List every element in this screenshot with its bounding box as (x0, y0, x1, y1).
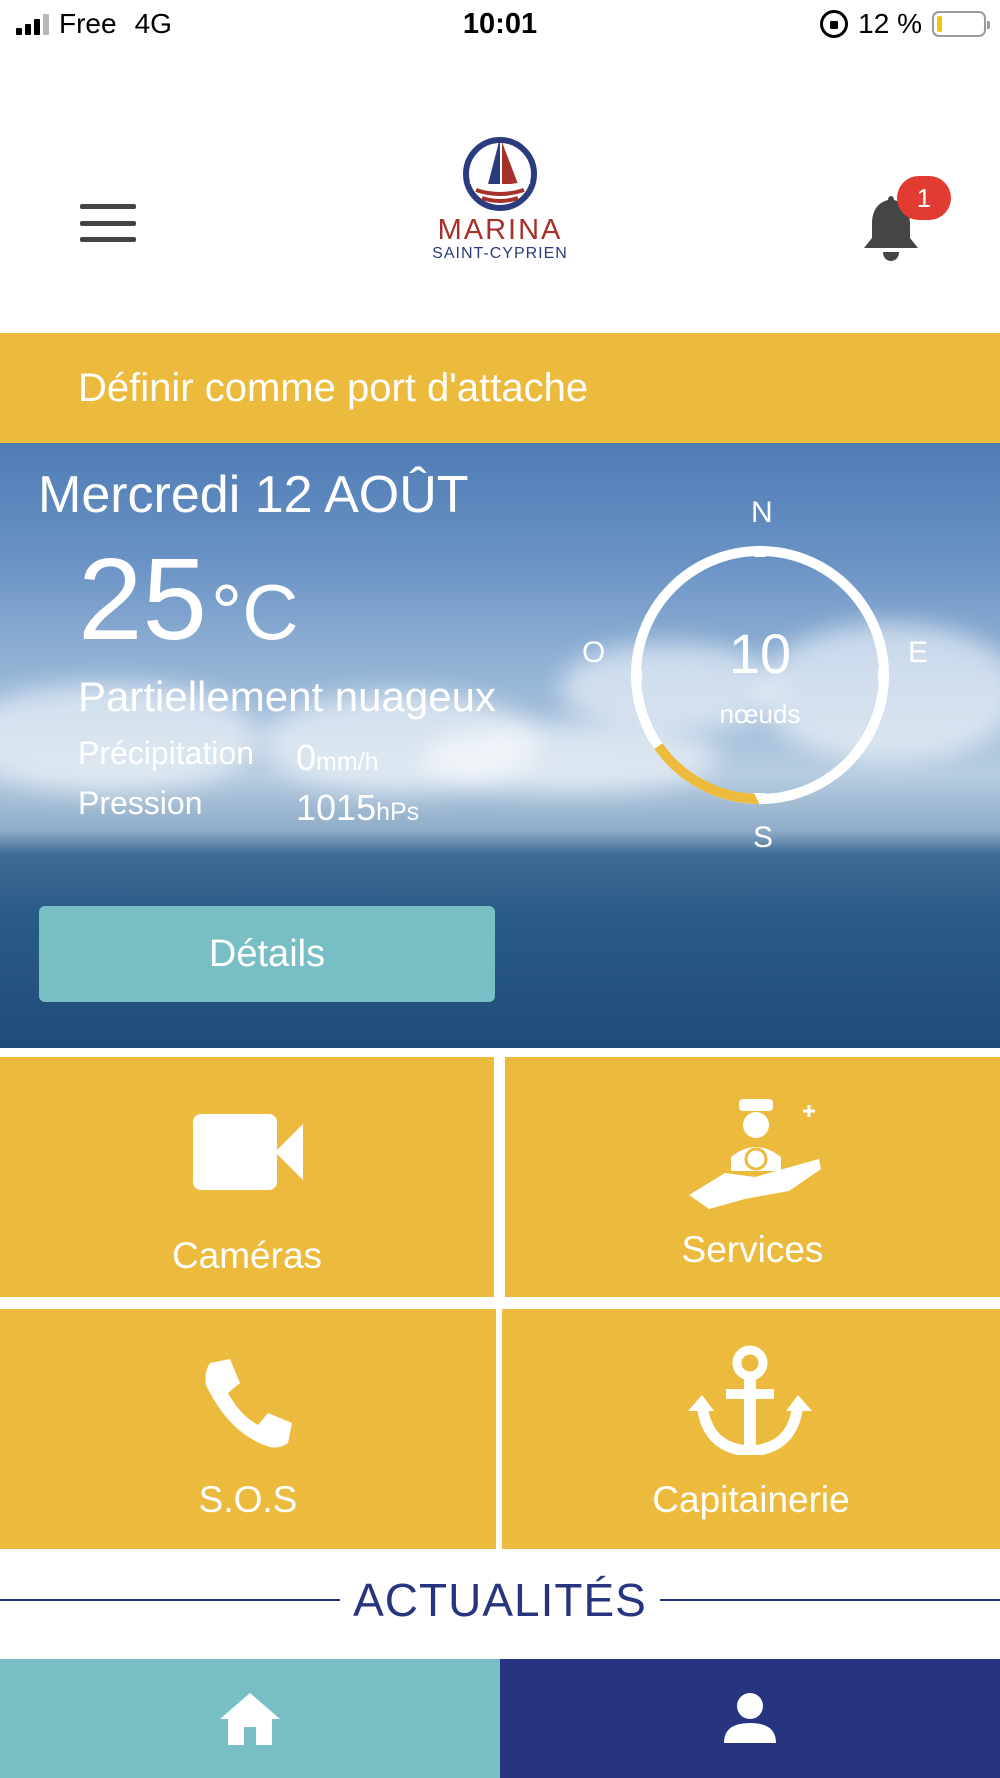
user-icon (724, 1693, 776, 1743)
tile-label-sos: S.O.S (198, 1479, 298, 1520)
set-home-port-button[interactable]: Définir comme port d'attache (0, 333, 1000, 443)
app-header: MARINA SAINT-CYPRIEN 1 (0, 52, 1000, 333)
temperature: 25°C (78, 541, 299, 657)
pressure-row: Pression 1015hPs (78, 785, 419, 828)
notification-badge: 1 (897, 176, 951, 220)
wind-direction-arc (654, 743, 761, 804)
menu-icon[interactable] (80, 204, 136, 242)
precipitation-unit: mm/h (316, 748, 379, 776)
status-bar: Free 4G 10:01 12 % (0, 0, 1000, 52)
tile-cameras[interactable]: Caméras (0, 1057, 494, 1297)
logo-title: MARINA (437, 214, 563, 246)
wind-speed: 10 (728, 622, 792, 685)
temperature-unit: °C (211, 568, 299, 656)
tile-label-harbor-office: Capitainerie (652, 1479, 850, 1520)
temperature-value: 25 (78, 534, 208, 664)
battery-percent: 12 % (858, 8, 922, 39)
tile-services[interactable]: Services (505, 1057, 1000, 1297)
wind-unit: nœuds (719, 699, 801, 729)
tile-sos[interactable]: S.O.S (0, 1309, 496, 1549)
anchor-icon (688, 1345, 812, 1455)
precipitation-row: Précipitation 0mm/h (78, 735, 379, 778)
shortcut-grid: Caméras Services S.O.S Capitainerie (0, 1048, 1000, 1549)
precipitation-value: 0mm/h (296, 737, 379, 779)
captain-hand-icon (689, 1099, 821, 1209)
pressure-label: Pression (78, 785, 203, 821)
status-bar-right: 12 % (820, 8, 990, 40)
bottom-tab-bar (0, 1659, 1000, 1778)
weather-card: Mercredi 12 AOÛT 25°C Partiellement nuag… (0, 443, 1000, 1048)
phone-icon (205, 1359, 292, 1448)
compass-south: S (753, 821, 774, 854)
tile-label-cameras: Caméras (171, 1235, 323, 1276)
tab-profile[interactable] (500, 1659, 1000, 1778)
compass-west: O (582, 636, 606, 669)
rotation-lock-icon (820, 10, 849, 38)
home-icon (220, 1693, 280, 1745)
pressure-value: 1015hPs (296, 787, 419, 829)
compass-east: E (908, 636, 929, 669)
video-camera-icon (193, 1114, 303, 1190)
sailboat-logo-icon (463, 137, 537, 211)
pressure-unit: hPs (376, 798, 420, 826)
battery-icon (932, 11, 990, 37)
weather-date: Mercredi 12 AOÛT (38, 466, 469, 524)
news-title: ACTUALITÉS (353, 1574, 647, 1626)
news-section-header: ACTUALITÉS (0, 1549, 1000, 1659)
compass-north: N (751, 496, 773, 529)
precipitation-amount: 0 (296, 737, 317, 778)
tile-harbor-office[interactable]: Capitainerie (502, 1309, 1000, 1549)
pressure-amount: 1015 (296, 787, 377, 828)
precipitation-label: Précipitation (78, 735, 255, 771)
details-button[interactable]: Détails (39, 906, 495, 1002)
tile-label-services: Services (681, 1229, 824, 1270)
marina-logo: MARINA SAINT-CYPRIEN (420, 132, 580, 272)
weather-condition: Partiellement nuageux (78, 673, 496, 720)
tab-home[interactable] (0, 1659, 500, 1778)
logo-subtitle: SAINT-CYPRIEN (432, 245, 568, 262)
